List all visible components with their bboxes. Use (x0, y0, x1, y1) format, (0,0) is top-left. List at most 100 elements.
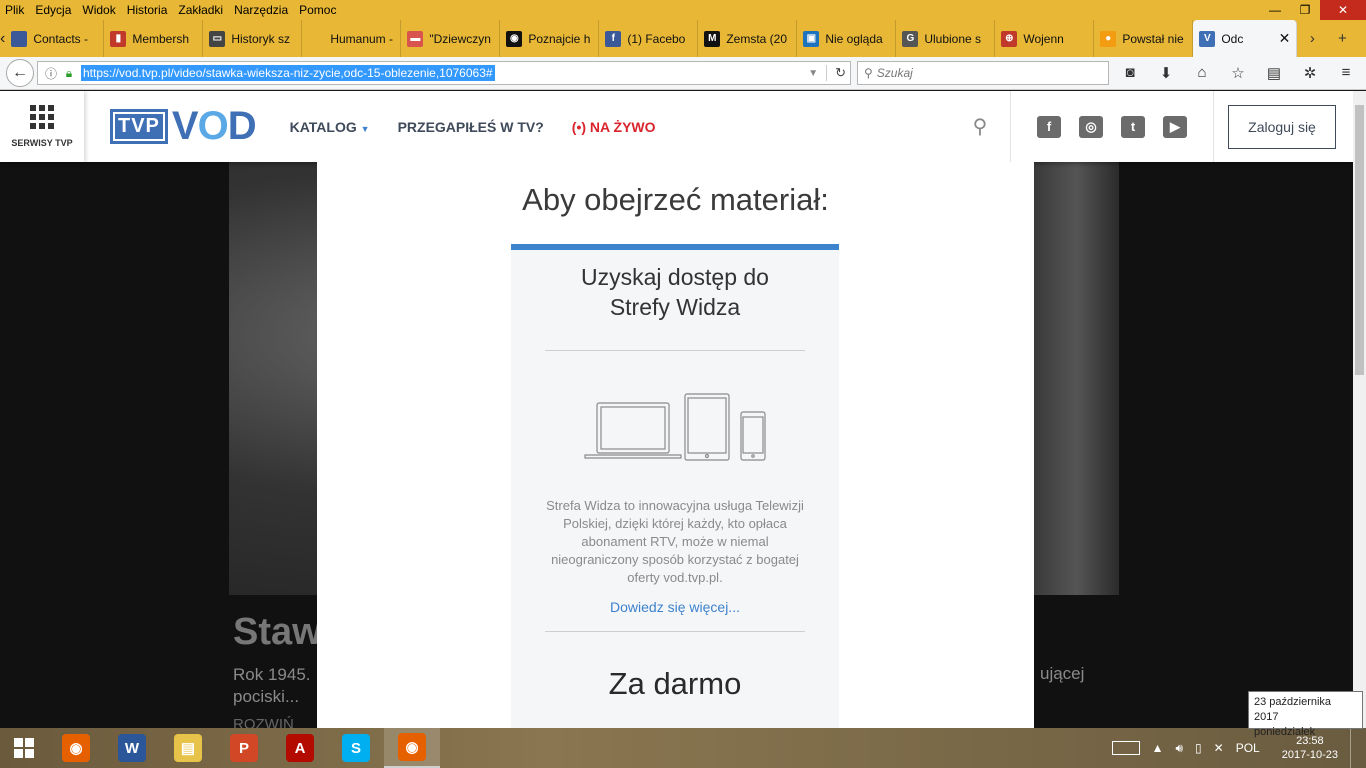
firefox-icon: ◉ (62, 734, 90, 762)
browser-tab[interactable]: M Zemsta (20 (698, 20, 798, 57)
vod-icon: V (1199, 30, 1216, 47)
browser-tab[interactable]: Contacts - (5, 20, 105, 57)
news-icon: ▬ (407, 30, 424, 47)
site-search-icon[interactable]: ⚲ (950, 114, 1010, 139)
taskbar-acrobat[interactable]: A (272, 728, 328, 768)
windows-taskbar: ◉ W ▤ P A S ◉ ▲ 🔊︎ ▯ ✕ POL 23:58 2017-10-23 (0, 728, 1366, 768)
back-button[interactable]: ← (6, 59, 34, 87)
expand-link[interactable]: ROZWIŃ (233, 716, 294, 728)
youtube-icon[interactable]: ▶ (1163, 115, 1187, 138)
learn-more-link[interactable]: Dowiedz się więcej... (511, 599, 839, 615)
url-text[interactable]: https://vod.tvp.pl/video/stawka-wieksza-… (81, 65, 495, 81)
browser-tab[interactable]: ▣ Nie ogląda (797, 20, 897, 57)
menu-zakladki[interactable]: Zakładki (173, 3, 229, 17)
date-tooltip: 23 października 2017 poniedziałek (1248, 691, 1363, 738)
logo-v: V (171, 104, 199, 148)
facebook-icon: f (605, 30, 622, 47)
language-indicator[interactable]: POL (1236, 741, 1260, 755)
card-description: Strefa Widza to innowacyjna usługa Telew… (546, 498, 804, 585)
strefa-widza-card: Uzyskaj dostęp do Strefy Widza Strefa Wid… (511, 244, 839, 728)
facebook-icon[interactable]: f (1037, 115, 1061, 138)
tab-label: Zemsta (20 (726, 31, 788, 46)
imdb-icon: M (704, 30, 721, 47)
restore-icon[interactable]: ❐ (1290, 0, 1320, 20)
lock-icon: 🔒︎ (65, 65, 73, 80)
scrollbar-thumb[interactable] (1355, 105, 1364, 375)
caret-down-icon: ▼ (360, 123, 370, 134)
menu-edycja[interactable]: Edycja (30, 3, 77, 17)
battery-icon[interactable]: ▯ (1195, 741, 1202, 755)
pocket-icon[interactable]: ◙ (1121, 64, 1139, 82)
browser-tab[interactable]: ⊕ Wojenn (995, 20, 1095, 57)
home-icon[interactable]: ⌂ (1193, 64, 1211, 82)
info-icon[interactable]: ⓘ (42, 65, 60, 82)
menu-narzedzia[interactable]: Narzędzia (229, 3, 294, 17)
serwisy-tvp-button[interactable]: SERWISY TVP (0, 91, 84, 162)
nav-przegapiles[interactable]: PRZEGAPIŁEŚ W TV? (398, 119, 544, 135)
modal-heading: Aby obejrzeć materiał: (522, 182, 829, 217)
tab-scroll-right-icon[interactable]: › (1297, 30, 1327, 47)
browser-tab[interactable]: Humanum - Ję (302, 20, 402, 57)
logo-d: D (227, 104, 257, 148)
instagram-icon[interactable]: ◎ (1079, 115, 1103, 138)
taskbar-explorer[interactable]: ▤ (160, 728, 216, 768)
tab-label: Humanum - Ję (330, 31, 394, 46)
login-button[interactable]: Zaloguj się (1228, 104, 1336, 149)
tvp-icon: ▭ (209, 30, 226, 47)
bookmark-star-icon[interactable]: ☆ (1229, 64, 1247, 82)
taskbar-skype[interactable]: S (328, 728, 384, 768)
access-modal: Aby obejrzeć materiał: Uzyskaj dostęp do… (317, 162, 1034, 728)
taskbar-powerpoint[interactable]: P (216, 728, 272, 768)
nav-na-zywo[interactable]: (•) NA ŻYWO (572, 119, 656, 135)
word-icon: W (118, 734, 146, 762)
browser-tab[interactable]: f (1) Facebo (599, 20, 699, 57)
page-scrollbar[interactable] (1353, 91, 1366, 728)
divider (545, 350, 805, 351)
minimize-icon[interactable]: — (1260, 0, 1290, 20)
taskbar-word[interactable]: W (104, 728, 160, 768)
browser-tab[interactable]: G Ulubione s (896, 20, 996, 57)
reload-icon[interactable]: ↻ (826, 65, 846, 81)
browser-tab[interactable]: ● Powstał nie (1094, 20, 1194, 57)
taskbar-firefox-active[interactable]: ◉ (384, 728, 440, 768)
browser-tab[interactable]: ▬ "Dziewczyn (401, 20, 501, 57)
keyboard-icon[interactable] (1111, 741, 1140, 755)
new-tab-icon[interactable]: + (1327, 30, 1357, 47)
menu-historia[interactable]: Historia (122, 3, 174, 17)
page-viewport: Staw Rok 1945. pociski... ującej ROZWIŃ … (0, 91, 1353, 728)
url-dropdown-icon[interactable]: ▼ (800, 68, 826, 79)
close-tab-icon[interactable]: ✕ (1279, 30, 1291, 47)
volume-icon[interactable]: 🔊︎ (1175, 741, 1183, 756)
nav-na-zywo-label: NA ŻYWO (589, 118, 656, 135)
close-window-icon[interactable]: ✕ (1320, 0, 1366, 20)
search-box[interactable]: ⚲ Szukaj (857, 61, 1109, 85)
all-tabs-icon[interactable]: ⌄ (1357, 30, 1366, 48)
menu-pomoc[interactable]: Pomoc (294, 3, 342, 17)
explorer-icon: ▤ (174, 734, 202, 762)
tray-expand-icon[interactable]: ▲ (1152, 741, 1164, 755)
browser-tab[interactable]: ▮ Membersh (104, 20, 204, 57)
taskbar-firefox[interactable]: ◉ (48, 728, 104, 768)
site-header: SERWISY TVP TVP VOD KATALOG ▼ PRZEGAPIŁE… (0, 91, 1353, 162)
hamburger-menu-icon[interactable]: ≡ (1337, 64, 1355, 82)
serwisy-label: SERWISY TVP (11, 138, 73, 148)
windows-logo-icon (14, 738, 34, 758)
twitter-icon[interactable]: t (1121, 115, 1145, 138)
tvp-vod-logo[interactable]: TVP VOD (110, 104, 257, 149)
start-button[interactable] (0, 728, 48, 768)
nav-katalog[interactable]: KATALOG ▼ (290, 119, 370, 135)
menu-plik[interactable]: Plik (0, 3, 30, 17)
browser-tab[interactable]: ◉ Poznajcie h (500, 20, 600, 57)
hero-image-right (1034, 161, 1119, 595)
browser-tab[interactable]: V Odc ✕ (1193, 20, 1298, 57)
url-bar[interactable]: ⓘ 🔒︎ https://vod.tvp.pl/video/stawka-wie… (37, 61, 851, 85)
extension-icon[interactable]: ✲ (1301, 64, 1319, 82)
menu-widok[interactable]: Widok (77, 3, 121, 17)
card-title-line1: Uzyskaj dostęp do (581, 264, 769, 290)
reader-list-icon[interactable]: ▤ (1265, 64, 1283, 82)
browser-tab[interactable]: ▭ Historyk sz (203, 20, 303, 57)
downloads-icon[interactable]: ⬇ (1157, 64, 1175, 82)
network-icon[interactable]: ✕ (1214, 741, 1224, 755)
nav-katalog-label: KATALOG (289, 118, 357, 135)
divider-2 (545, 631, 805, 632)
